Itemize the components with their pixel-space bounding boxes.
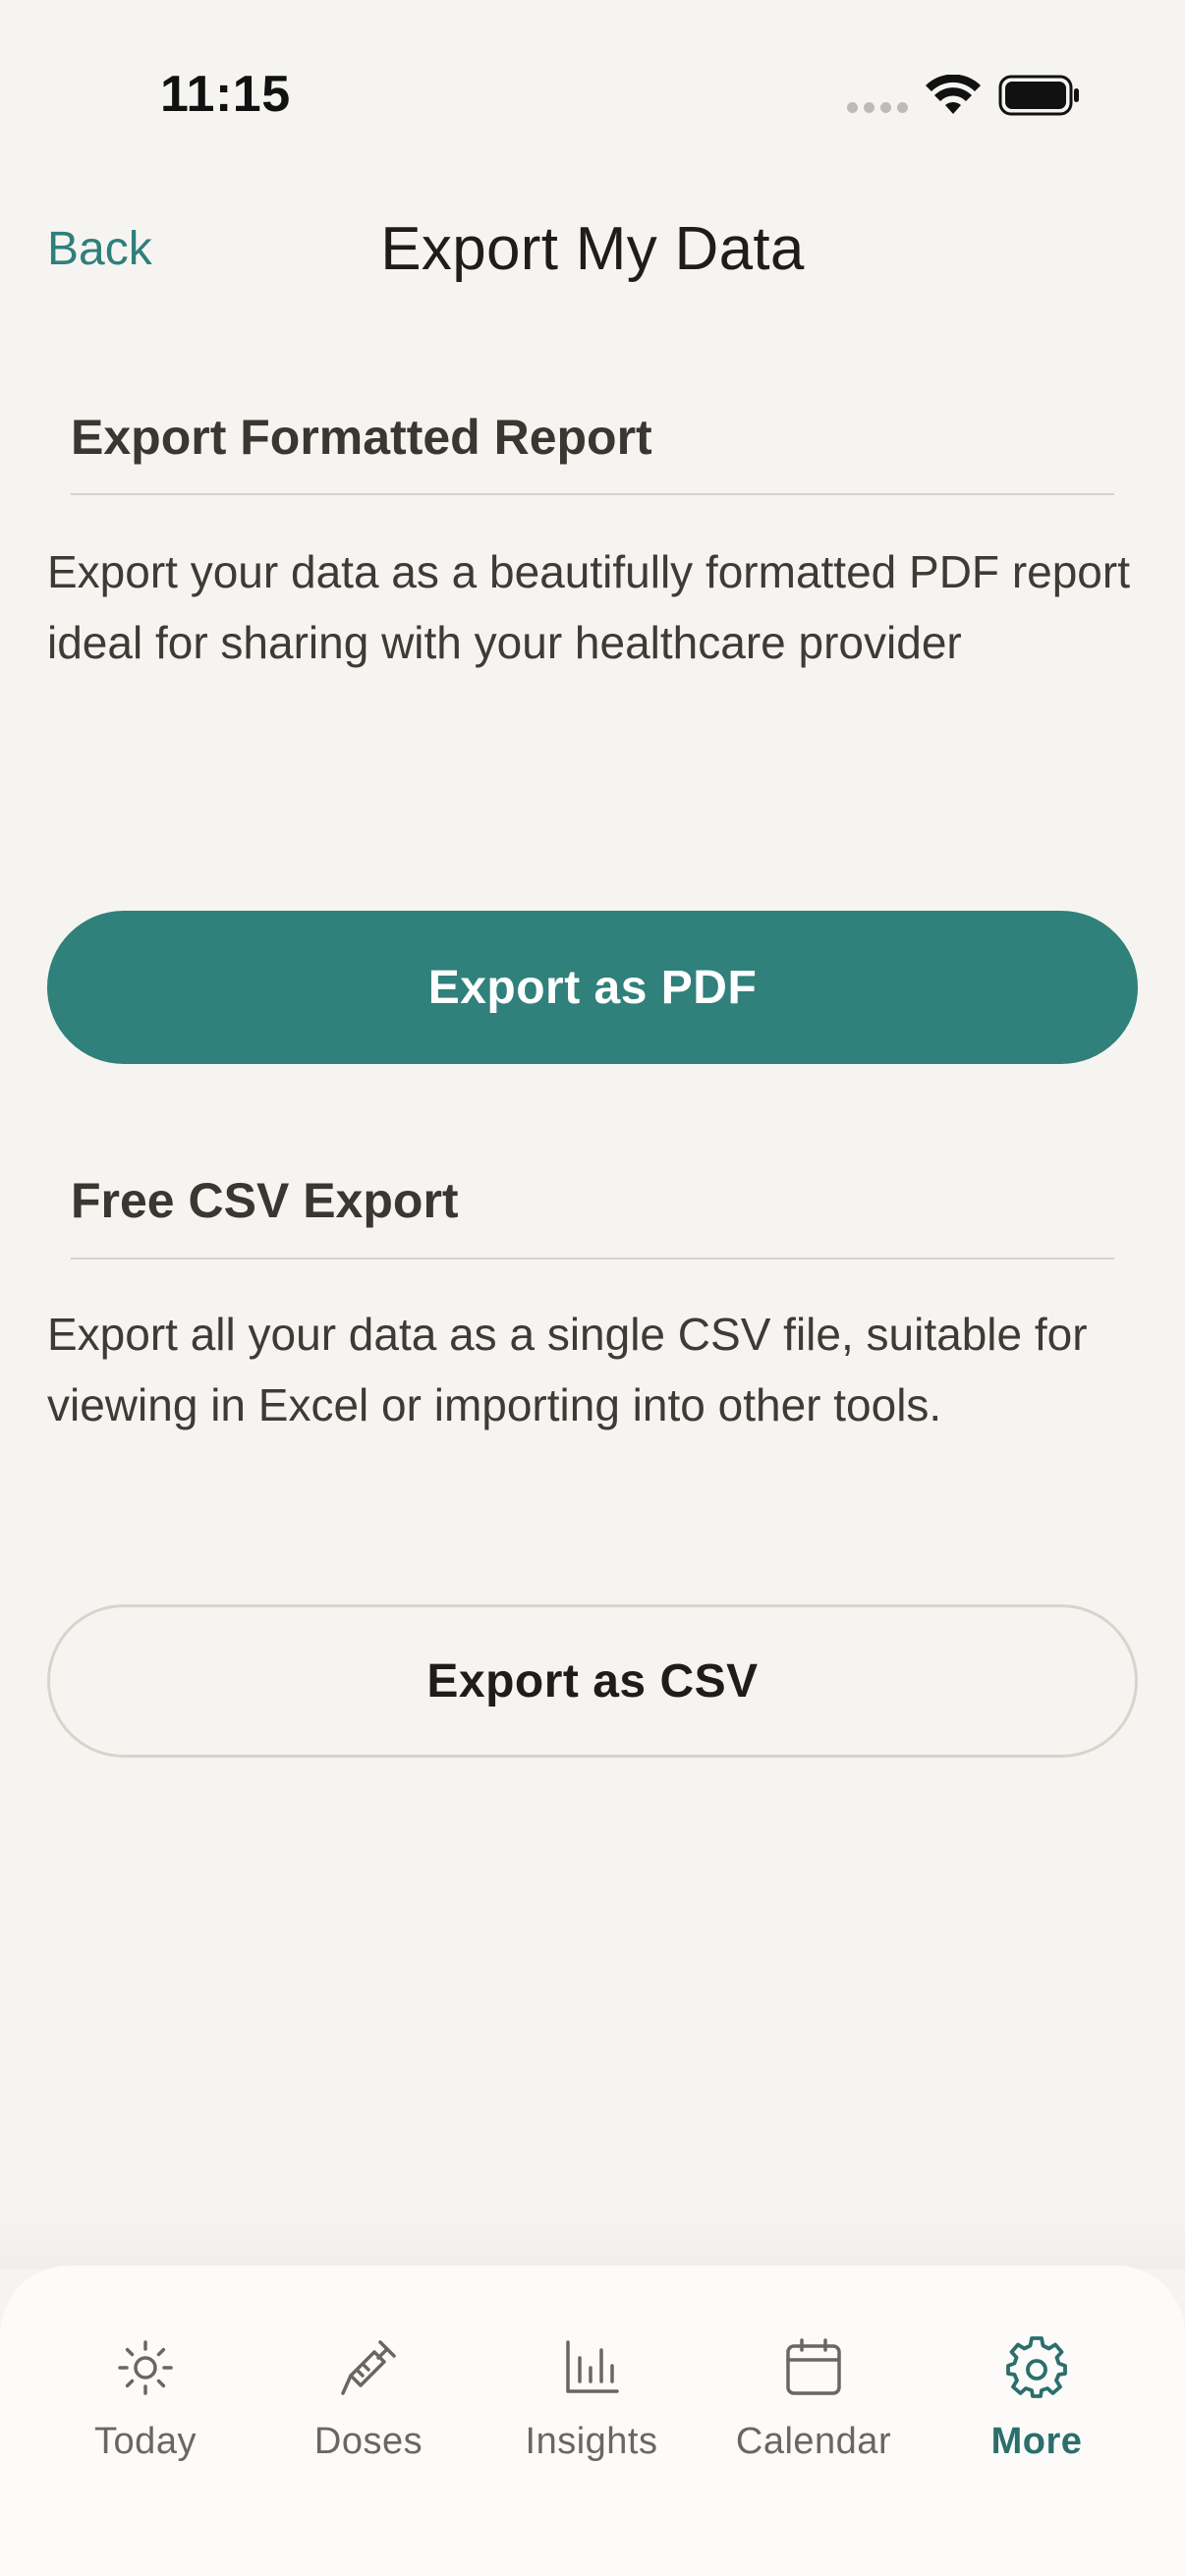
page-title: Export My Data (380, 215, 805, 283)
section-divider (71, 493, 1114, 495)
status-bar: 11:15 (0, 0, 1185, 196)
section-title-formatted-report: Export Formatted Report (71, 410, 652, 465)
export-csv-button[interactable]: Export as CSV (47, 1604, 1138, 1758)
syringe-icon (341, 2340, 396, 2395)
section-description-csv-export: Export all your data as a single CSV fil… (47, 1309, 1088, 1430)
export-pdf-button[interactable]: Export as PDF (47, 911, 1138, 1064)
status-time: 11:15 (160, 66, 291, 123)
section-title-csv-export: Free CSV Export (71, 1173, 459, 1228)
tab-label: More (990, 2421, 1083, 2462)
tab-label: Insights (525, 2421, 658, 2462)
calendar-icon (786, 2338, 841, 2395)
tab-today[interactable]: Today (37, 2336, 254, 2493)
tab-bar: Today Doses Insights Calendar More (0, 2266, 1185, 2576)
tab-more[interactable]: More (929, 2336, 1145, 2493)
bar-chart-icon (566, 2340, 619, 2393)
tab-label: Calendar (735, 2421, 892, 2462)
gear-icon (1006, 2336, 1067, 2398)
tab-label: Doses (313, 2421, 423, 2462)
tab-insights[interactable]: Insights (483, 2336, 700, 2493)
battery-icon (998, 75, 1079, 116)
cellular-signal-icon (847, 102, 908, 113)
tab-label: Today (94, 2421, 197, 2462)
tab-bar-shadow (0, 2211, 1185, 2269)
section-divider (71, 1258, 1114, 1260)
section-description-formatted-report: Export your data as a beautifully format… (47, 546, 1130, 668)
tab-calendar[interactable]: Calendar (705, 2336, 922, 2493)
wifi-icon (926, 75, 981, 114)
sun-icon (118, 2340, 173, 2395)
export-data-screen: 11:15 Back Export My Data Export Formatt… (0, 0, 1185, 2576)
tab-doses[interactable]: Doses (260, 2336, 477, 2493)
